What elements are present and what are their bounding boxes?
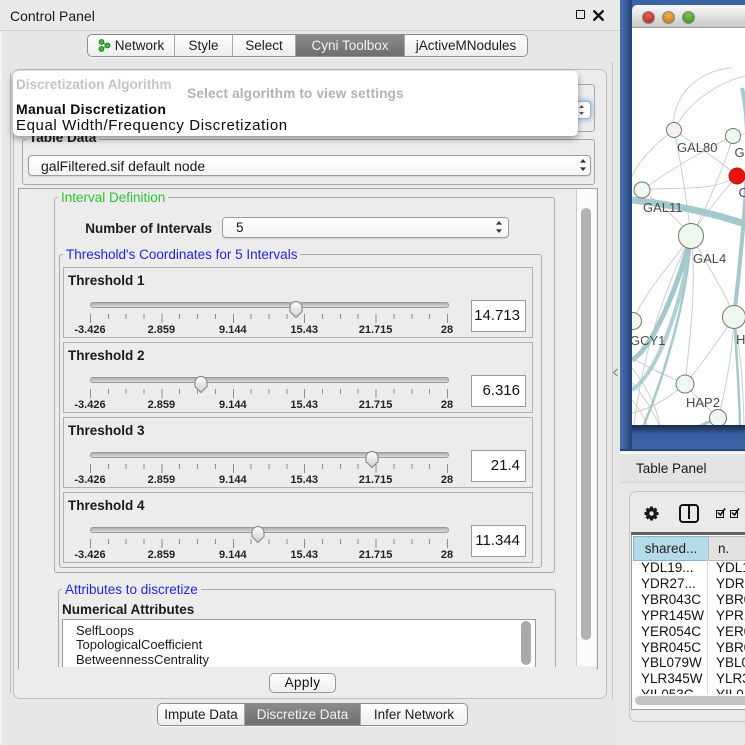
- svg-text:G.: G.: [735, 145, 745, 160]
- svg-text:H: H: [736, 332, 745, 347]
- svg-text:GAL80: GAL80: [677, 140, 717, 155]
- svg-text:GCY1: GCY1: [632, 333, 665, 348]
- svg-text:HAP2: HAP2: [686, 395, 720, 410]
- svg-text:C: C: [739, 185, 745, 200]
- svg-text:GAL11: GAL11: [643, 200, 683, 215]
- svg-text:GAL4: GAL4: [693, 251, 726, 266]
